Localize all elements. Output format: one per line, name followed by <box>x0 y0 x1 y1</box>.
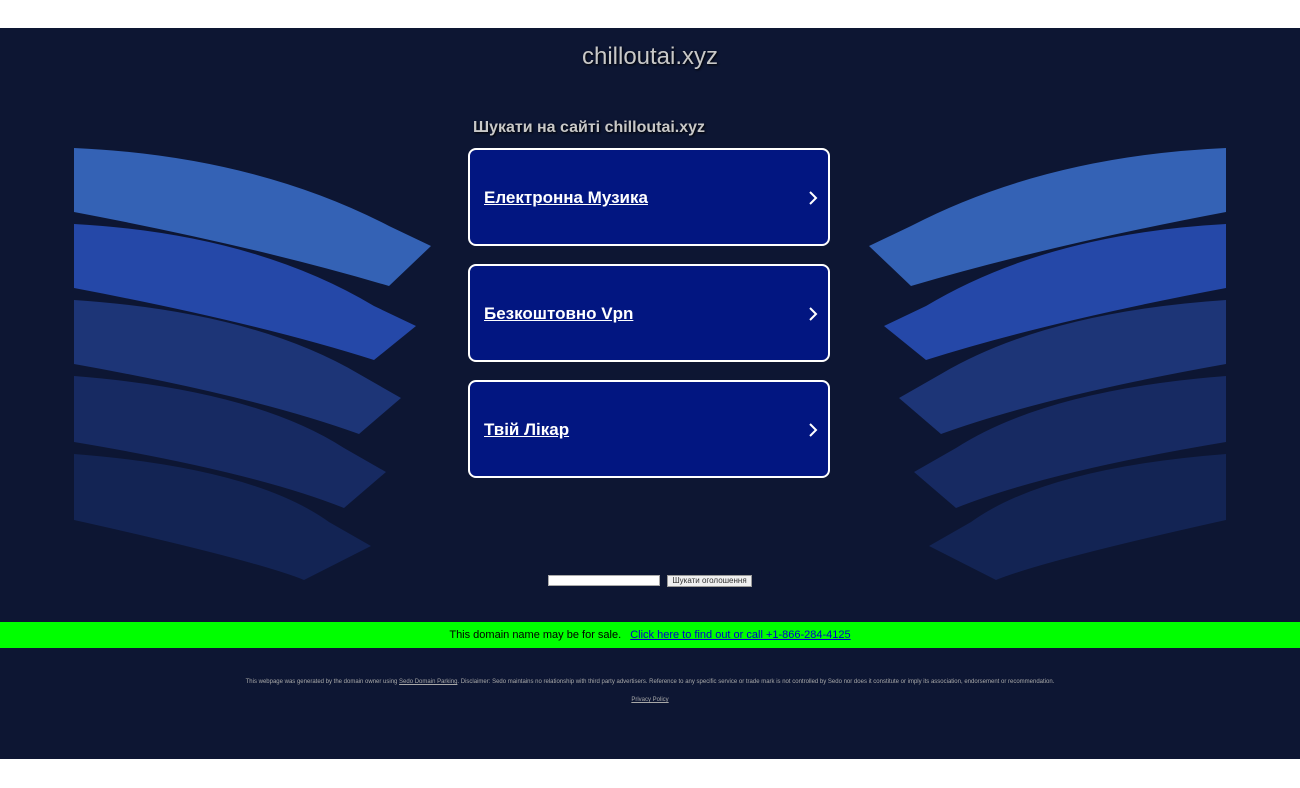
domain-title: chilloutai.xyz <box>581 43 719 70</box>
disclaimer-text: . Disclaimer: Sedo maintains no relation… <box>457 679 1055 685</box>
right-wave-decoration <box>869 148 1226 580</box>
sale-text: This domain name may be for sale. <box>449 629 622 641</box>
parking-page: chilloutai.xyz Шукати на сайті chillouta… <box>0 28 1300 759</box>
search-heading: Шукати на сайті chilloutai.xyz <box>473 119 706 136</box>
related-link-label[interactable]: Безкоштовно Vpn <box>484 304 633 324</box>
related-link-free-vpn[interactable]: Безкоштовно Vpn <box>468 264 830 362</box>
disclaimer-prefix: This webpage was generated by the domain… <box>245 679 398 685</box>
privacy-policy-link[interactable]: Privacy Policy <box>631 697 668 703</box>
domain-sale-bar: This domain name may be for sale. Click … <box>0 622 1300 648</box>
ad-search-button[interactable]: Шукати оголошення <box>667 575 752 587</box>
ad-search-input[interactable] <box>548 575 660 586</box>
related-link-your-doctor[interactable]: Твій Лікар <box>468 380 830 478</box>
chevron-right-icon <box>809 191 818 205</box>
chevron-right-icon <box>809 307 818 321</box>
footer-disclaimer: This webpage was generated by the domain… <box>0 679 1300 685</box>
privacy-policy: Privacy Policy <box>0 697 1300 703</box>
related-link-label[interactable]: Електронна Музика <box>484 188 648 208</box>
related-link-electronic-music[interactable]: Електронна Музика <box>468 148 830 246</box>
related-link-label[interactable]: Твій Лікар <box>484 420 569 440</box>
sale-contact-link[interactable]: Click here to find out or call +1-866-28… <box>630 629 850 641</box>
chevron-right-icon <box>809 423 818 437</box>
left-wave-decoration <box>74 148 431 580</box>
sedo-parking-link[interactable]: Sedo Domain Parking <box>399 679 457 685</box>
